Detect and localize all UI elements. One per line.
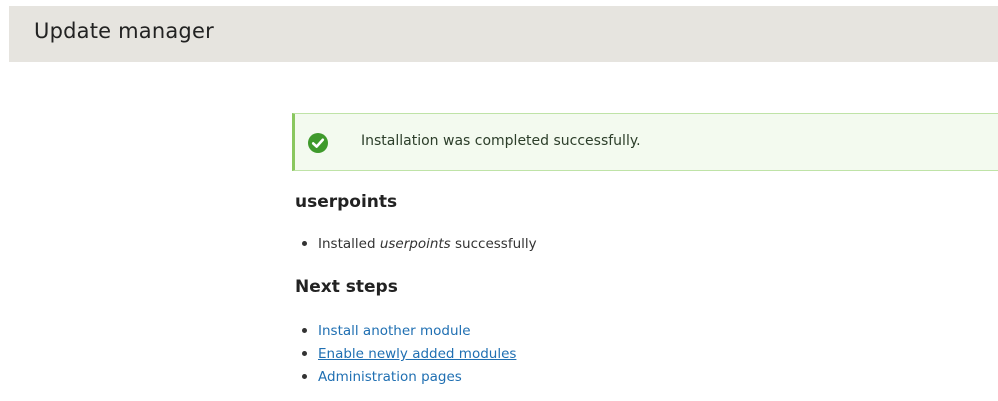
page-header: Update manager <box>9 6 998 62</box>
bullet-icon <box>302 374 307 379</box>
page-title: Update manager <box>34 19 214 43</box>
install-results-list: Installed userpoints successfully <box>302 234 537 257</box>
check-circle-icon <box>308 133 328 153</box>
status-message: Installation was completed successfully. <box>292 113 998 171</box>
result-module-name: userpoints <box>379 236 451 252</box>
bullet-icon <box>302 328 307 333</box>
list-item: Administration pages <box>302 367 516 390</box>
list-item: Installed userpoints successfully <box>302 234 537 257</box>
enable-new-modules-link[interactable]: Enable newly added modules <box>318 346 516 362</box>
status-text: Installation was completed successfully. <box>361 133 641 149</box>
next-steps-heading: Next steps <box>295 277 398 297</box>
list-item: Enable newly added modules <box>302 344 516 367</box>
next-steps-list: Install another module Enable newly adde… <box>302 321 516 390</box>
module-heading: userpoints <box>295 192 398 212</box>
install-another-module-link[interactable]: Install another module <box>318 323 471 339</box>
main-content: Installation was completed successfully.… <box>292 113 998 385</box>
administration-pages-link[interactable]: Administration pages <box>318 369 462 385</box>
list-item: Install another module <box>302 321 516 344</box>
result-prefix: Installed <box>318 236 380 252</box>
result-suffix: successfully <box>450 236 537 252</box>
bullet-icon <box>302 241 307 246</box>
bullet-icon <box>302 351 307 356</box>
